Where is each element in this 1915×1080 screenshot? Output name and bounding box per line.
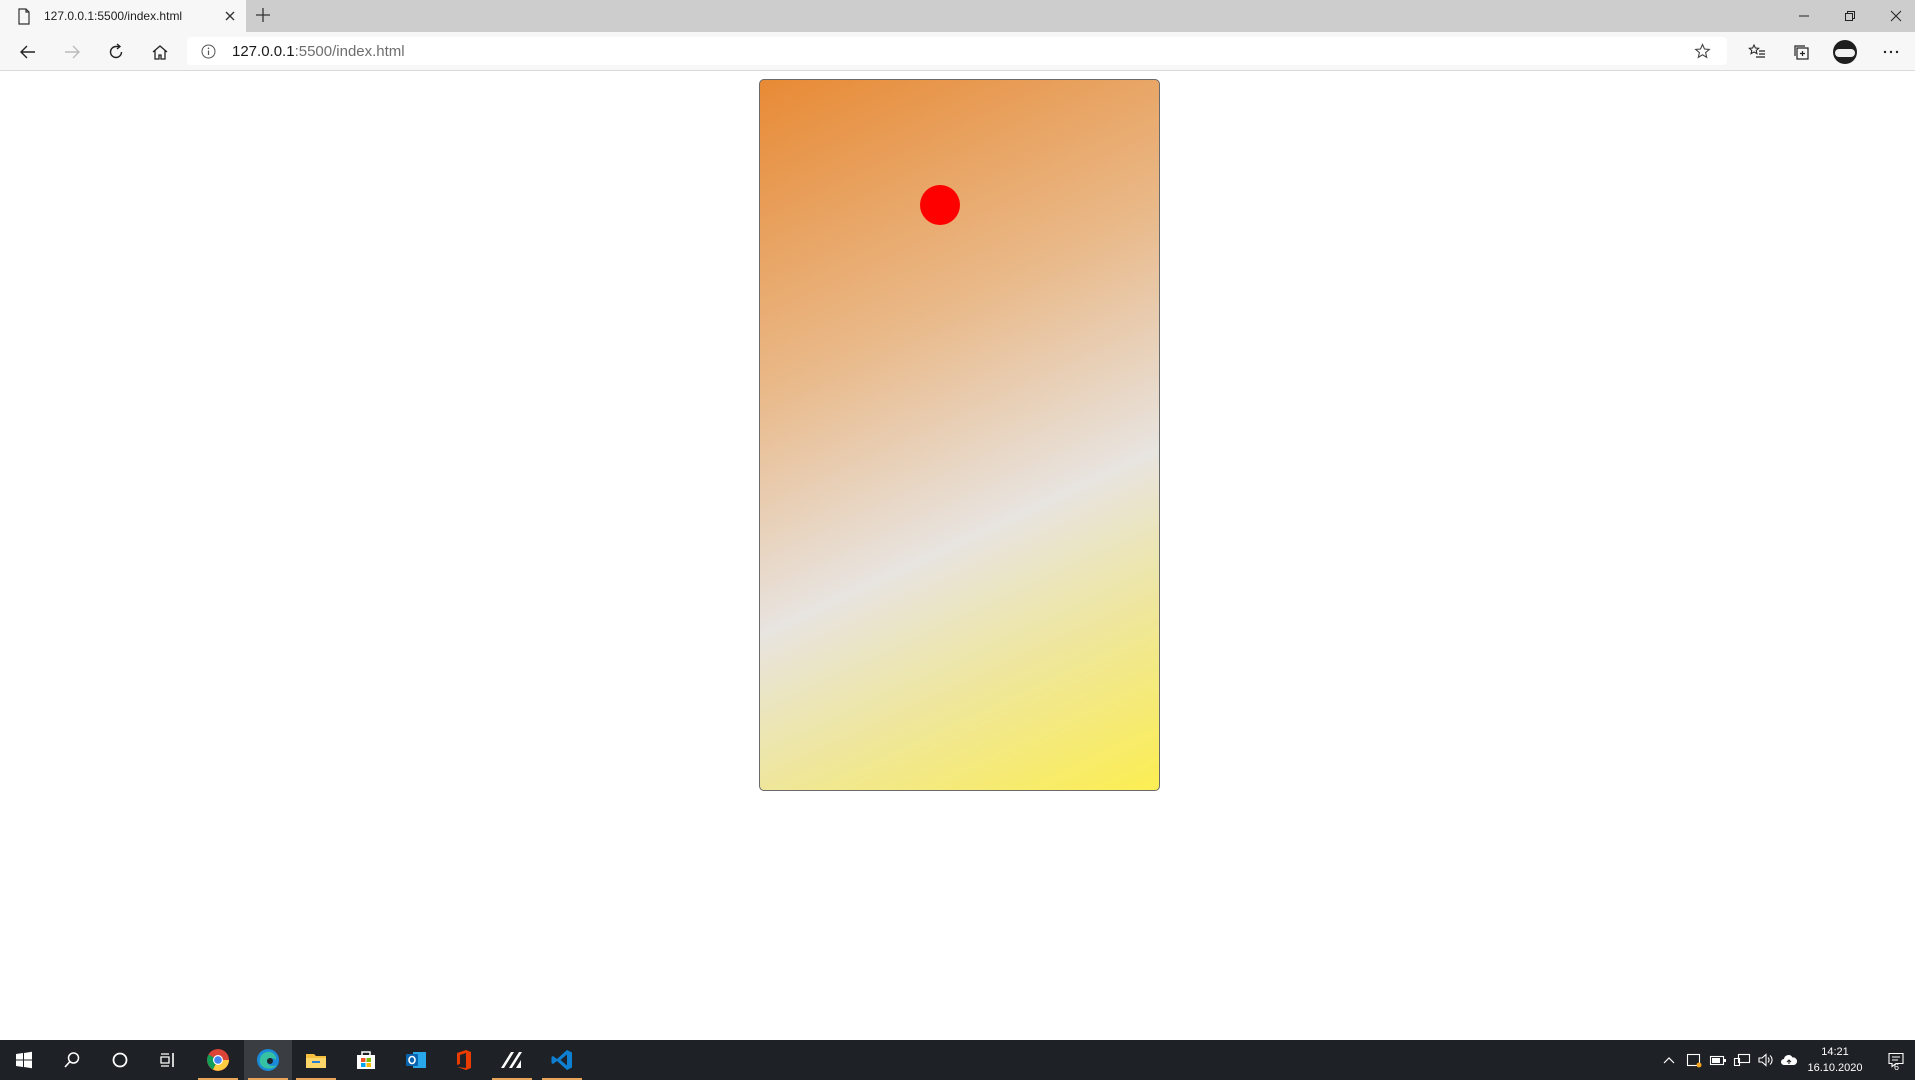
chevron-up-icon [1663,1057,1675,1064]
cortana-button[interactable] [96,1040,144,1080]
info-icon[interactable] [201,44,216,59]
edge-icon [257,1049,279,1071]
collections-icon [1794,45,1809,60]
address-bar[interactable]: 127.0.0.1:5500/index.html [187,37,1727,65]
search-button[interactable] [48,1040,96,1080]
collections-button[interactable] [1788,39,1814,65]
taskbar-file-explorer[interactable] [292,1040,340,1080]
store-icon [357,1051,375,1069]
home-icon [152,45,168,60]
favorites-button[interactable] [1744,39,1770,65]
windows-start-icon [16,1051,32,1069]
refresh-icon [109,43,123,59]
tray-app[interactable] [1682,1040,1706,1080]
tab-title: 127.0.0.1:5500/index.html [44,9,183,23]
minimize-icon [1799,15,1809,17]
url-host: 127.0.0.1 [232,43,295,60]
taskbar-vscode[interactable] [538,1040,586,1080]
taskbar-app[interactable] [488,1040,536,1080]
taskbar-outlook[interactable] [392,1040,440,1080]
notification-count: 6 [1894,1062,1900,1072]
task-view-button[interactable] [144,1040,192,1080]
page-viewport [0,71,1915,1039]
taskbar-store[interactable] [342,1040,390,1080]
home-button[interactable] [147,39,173,65]
vscode-icon [551,1050,572,1070]
battery-icon [1709,1055,1726,1066]
close-tab-icon[interactable] [222,8,238,24]
url-path: :5500/index.html [294,43,405,60]
windows-taskbar: 14:21 16.10.2020 6 [0,1040,1915,1080]
restore-icon [1845,11,1855,21]
close-icon [1890,10,1902,22]
search-icon [64,1052,80,1068]
tray-app-icon [1686,1053,1702,1068]
office-icon [457,1050,471,1070]
tab-strip: 127.0.0.1:5500/index.html [0,0,1915,32]
browser-tab[interactable]: 127.0.0.1:5500/index.html [0,0,246,32]
taskbar-clock[interactable]: 14:21 16.10.2020 [1795,1044,1875,1076]
clock-time: 14:21 [1821,1046,1849,1058]
minimize-button[interactable] [1781,0,1827,32]
taskbar-office[interactable] [440,1040,488,1080]
task-view-icon [160,1053,174,1067]
forward-button[interactable] [59,39,85,65]
avatar [1833,40,1857,64]
favorites-list-icon [1748,43,1765,58]
show-hidden-icons-button[interactable] [1658,1040,1680,1080]
taskbar-chrome[interactable] [194,1040,242,1080]
chrome-icon [207,1049,229,1071]
speaker-icon [1758,1053,1773,1067]
unknown-app-icon [501,1052,522,1068]
browser-toolbar: 127.0.0.1:5500/index.html [0,32,1915,71]
action-center-button[interactable] [1878,1040,1914,1080]
game-board[interactable] [759,79,1160,791]
cortana-icon [112,1052,128,1068]
arrow-right-icon [65,45,80,59]
battery-status[interactable] [1706,1040,1730,1080]
network-icon [1733,1053,1751,1067]
outlook-icon [406,1052,426,1068]
red-ball[interactable] [920,185,960,225]
network-status[interactable] [1730,1040,1754,1080]
volume-control[interactable] [1754,1040,1778,1080]
new-tab-icon[interactable] [254,6,272,24]
favorite-star-icon[interactable] [1694,43,1711,60]
url-text: 127.0.0.1:5500/index.html [232,43,405,60]
profile-button[interactable] [1832,39,1858,65]
settings-more-button[interactable] [1878,39,1904,65]
back-button[interactable] [15,39,41,65]
close-window-button[interactable] [1873,0,1915,32]
file-explorer-icon [306,1054,326,1068]
clock-date: 16.10.2020 [1807,1062,1863,1074]
restore-button[interactable] [1827,0,1873,32]
arrow-left-icon [20,45,35,59]
page-icon [18,8,30,25]
more-dots-icon [1883,50,1899,54]
refresh-button[interactable] [103,39,129,65]
taskbar-edge[interactable] [244,1040,292,1080]
start-button[interactable] [0,1040,48,1080]
